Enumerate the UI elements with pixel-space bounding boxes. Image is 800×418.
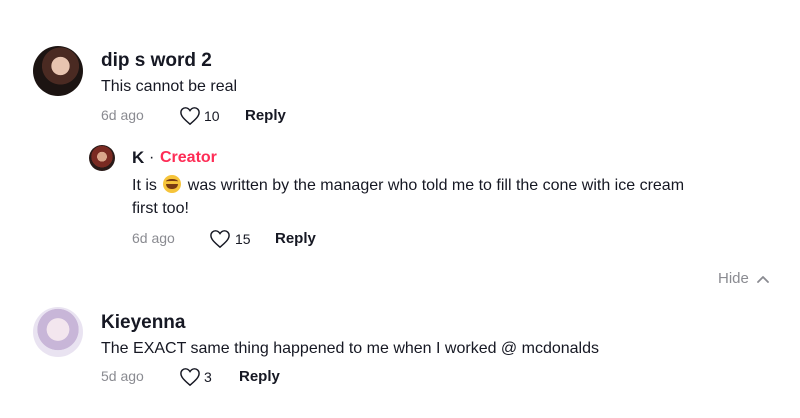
comment-text: This cannot be real [101,78,238,95]
comment-text-line2: first too! [132,200,189,217]
like-count: 3 [204,369,212,385]
laughing-tears-emoji-icon [163,175,182,193]
comment-username[interactable]: dip s word 2 [101,50,212,72]
reply-button[interactable]: Reply [239,368,280,385]
comment-text-part: was written by the manager who told me t… [187,177,685,194]
comment-text: The EXACT same thing happened to me when… [101,340,599,357]
reply-button[interactable]: Reply [245,107,286,124]
heart-icon[interactable] [179,367,201,387]
comment-timestamp: 6d ago [101,107,144,123]
avatar[interactable] [89,145,115,171]
comment-username[interactable]: Kieyenna [101,312,185,334]
chevron-up-icon[interactable] [757,274,769,284]
creator-badge: Creator [160,149,217,166]
heart-icon[interactable] [179,106,201,126]
comment-timestamp: 6d ago [132,230,175,246]
hide-label: Hide [718,270,749,287]
avatar[interactable] [33,307,83,357]
hide-replies-button[interactable]: Hide [718,270,749,287]
comment-text-part: It is [132,177,157,194]
comment-text: It is was written by the manager who tol… [132,174,684,197]
like-count: 15 [235,231,251,247]
heart-icon[interactable] [209,229,231,249]
like-count: 10 [204,108,220,124]
reply-button[interactable]: Reply [275,230,316,247]
comment-timestamp: 5d ago [101,368,144,384]
comment-username[interactable]: K [132,148,144,168]
avatar[interactable] [33,46,83,96]
separator-dot: · [149,149,155,166]
